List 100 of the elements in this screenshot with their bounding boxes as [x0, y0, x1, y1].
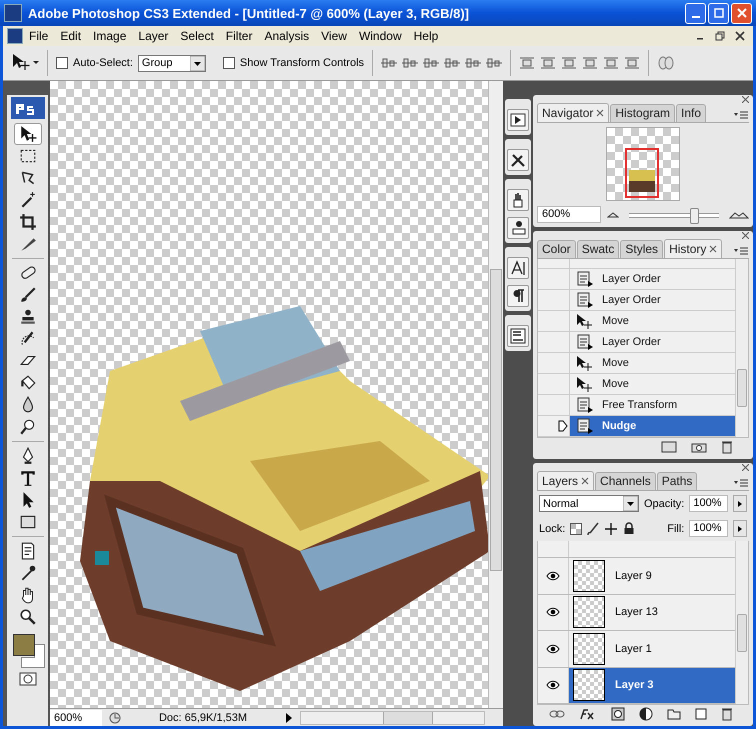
history-item[interactable]: Layer Order [570, 332, 736, 352]
lock-brush-icon[interactable] [587, 522, 600, 536]
align-icon[interactable] [402, 56, 418, 70]
zoom-field[interactable]: 600% [537, 206, 601, 223]
eye-icon[interactable] [546, 680, 560, 690]
eye-icon[interactable] [546, 607, 560, 618]
mask-icon[interactable] [611, 706, 626, 720]
zoom-out-icon[interactable] [607, 212, 619, 218]
history-item[interactable]: Free Transform [570, 395, 736, 415]
menu-item[interactable]: Image [87, 29, 132, 43]
zoom-slider-thumb[interactable] [690, 208, 700, 224]
folder-icon[interactable] [667, 708, 682, 720]
menu-item[interactable]: View [315, 29, 353, 43]
menu-item[interactable]: Analysis [258, 29, 316, 43]
move-tool[interactable] [14, 123, 42, 145]
trash-icon[interactable] [721, 440, 734, 454]
layer-comps-icon[interactable] [507, 325, 529, 347]
menu-item[interactable]: Layer [132, 29, 174, 43]
tab-close-icon[interactable] [581, 477, 590, 485]
camera-icon[interactable] [691, 440, 708, 452]
menu-item[interactable]: Edit [54, 29, 88, 43]
panel-close-icon[interactable] [742, 464, 750, 471]
paragraph-icon[interactable] [507, 285, 529, 307]
panel-tab[interactable]: Styles [620, 240, 664, 258]
panel-close-icon[interactable] [742, 232, 750, 239]
trash-icon[interactable] [721, 706, 734, 720]
transform-controls-checkbox[interactable] [222, 57, 235, 69]
layer-item[interactable]: Layer 3 [569, 668, 736, 703]
panel-tab[interactable]: Swatc [576, 240, 620, 258]
layer-item[interactable]: Layer 9 [569, 558, 736, 594]
panel-menu-icon[interactable] [733, 110, 750, 120]
history-item[interactable]: Move [570, 353, 736, 373]
panel-tab[interactable]: Info [676, 104, 706, 122]
actions-icon[interactable] [507, 109, 529, 131]
distribute-icon[interactable] [582, 56, 598, 70]
vertical-scrollbar[interactable] [488, 81, 503, 708]
zoom-in-icon[interactable] [729, 210, 750, 218]
history-item[interactable]: Nudge [570, 416, 736, 436]
lock-position-icon[interactable] [604, 522, 618, 536]
scrollbar[interactable] [735, 259, 748, 437]
fill-field[interactable]: 100% [689, 520, 728, 537]
distribute-icon[interactable] [624, 56, 640, 70]
view-box[interactable] [625, 148, 660, 198]
clone-source-icon[interactable] [507, 217, 529, 239]
status-menu-arrow-icon[interactable] [284, 712, 294, 724]
panel-close-icon[interactable] [742, 96, 750, 103]
lock-transparency-icon[interactable] [570, 522, 582, 534]
tab-close-icon[interactable] [596, 109, 604, 117]
photoshop-logo[interactable] [10, 97, 44, 119]
scrollbar[interactable] [735, 541, 748, 704]
status-icon[interactable] [108, 710, 122, 724]
panel-menu-icon[interactable] [733, 478, 750, 488]
panel-tab[interactable]: Channels [595, 472, 656, 490]
distribute-icon[interactable] [519, 56, 536, 70]
align-icon[interactable] [465, 56, 482, 70]
history-item[interactable]: Layer Order [570, 269, 736, 289]
foreground-color-swatch[interactable] [12, 634, 34, 656]
new-document-icon[interactable] [661, 440, 678, 452]
zoom-field[interactable]: 600% [50, 710, 102, 726]
horizontal-scrollbar[interactable] [300, 710, 485, 724]
history-item[interactable]: Move [570, 311, 736, 331]
auto-select-dropdown[interactable]: Group [138, 54, 206, 72]
character-icon[interactable] [507, 257, 529, 279]
auto-select-checkbox[interactable] [56, 57, 68, 69]
menu-item[interactable]: Select [174, 29, 220, 43]
menu-item[interactable]: Help [408, 29, 444, 43]
opacity-arrow-button[interactable] [733, 495, 748, 512]
eye-icon[interactable] [546, 644, 560, 654]
new-layer-icon[interactable] [695, 708, 708, 720]
restore-icon[interactable] [715, 31, 725, 41]
history-item[interactable]: Move [570, 374, 736, 394]
panel-tab[interactable]: Navigator [537, 103, 610, 122]
panel-tab[interactable]: Histogram [610, 104, 676, 122]
distribute-icon[interactable] [603, 56, 620, 70]
tab-close-icon[interactable] [709, 245, 718, 253]
panel-tab[interactable]: Layers [537, 471, 594, 490]
align-icon[interactable] [444, 56, 460, 70]
align-icon[interactable] [423, 56, 440, 70]
layer-item[interactable]: Layer 1 [569, 631, 736, 667]
blend-mode-dropdown[interactable]: Normal [539, 495, 639, 512]
maximize-button[interactable] [708, 2, 729, 24]
close-button[interactable] [731, 2, 752, 24]
eye-icon[interactable] [546, 571, 560, 582]
panel-tab[interactable]: Color [537, 240, 576, 258]
menu-item[interactable]: File [23, 29, 54, 43]
adjustment-icon[interactable] [639, 706, 654, 720]
navigator-preview[interactable] [606, 127, 680, 201]
distribute-icon[interactable] [540, 56, 556, 70]
menu-item[interactable]: Filter [220, 29, 258, 43]
quick-mask-icon[interactable] [18, 672, 36, 686]
align-icon[interactable] [381, 56, 398, 70]
panel-tab[interactable]: History [664, 239, 722, 258]
align-icon[interactable] [486, 56, 502, 70]
close-icon[interactable] [735, 31, 745, 41]
distribute-icon[interactable] [561, 56, 578, 70]
background-color-swatch[interactable] [20, 644, 44, 668]
opacity-field[interactable]: 100% [689, 495, 728, 512]
minimize-button[interactable] [685, 2, 706, 24]
auto-align-icon[interactable] [657, 55, 676, 71]
panel-tab[interactable]: Paths [656, 472, 698, 490]
